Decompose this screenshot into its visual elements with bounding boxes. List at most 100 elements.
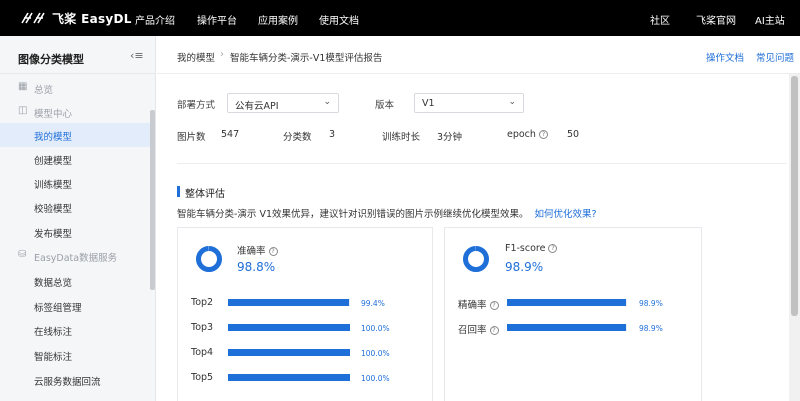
main-scrollbar[interactable] [791, 76, 798, 316]
help-icon[interactable]: ? [489, 326, 499, 335]
paddle-logo-icon [21, 12, 45, 24]
precision-value: 98.9% [639, 299, 663, 308]
database-icon: ⛁ [18, 249, 27, 260]
top2-value: 99.4% [361, 299, 385, 308]
top5-bar-fill [228, 374, 350, 381]
collapse-sidebar-icon[interactable]: ‹≡ [130, 49, 144, 62]
sidebar-item-label: 校验模型 [34, 204, 73, 215]
chevron-right-icon: › [220, 49, 224, 60]
top3-bar [228, 324, 350, 331]
top4-label: Top4 [191, 347, 214, 358]
sidebar-item-label: 总览 [34, 85, 54, 96]
sidebar-scrollbar[interactable] [150, 110, 155, 290]
breadcrumb-my-models[interactable]: 我的模型 [177, 50, 215, 64]
recall-label: 召回率? [458, 322, 499, 336]
recall-label-text: 召回率 [458, 325, 487, 336]
help-icon[interactable]: ? [489, 301, 499, 310]
top-nav: 飞桨 EasyDL 产品介绍 操作平台 应用案例 使用文档 社区 飞桨官网 AI… [0, 0, 800, 36]
top2-label: Top2 [191, 297, 214, 308]
f1-donut [463, 246, 489, 272]
epoch-value: 50 [567, 129, 580, 140]
section-divider [177, 163, 787, 164]
sidebar-item-label: 发布模型 [34, 229, 73, 240]
sidebar-item-label: 标签组管理 [34, 303, 82, 314]
sidebar-item-label: 云服务数据回流 [34, 377, 101, 388]
sidebar-item-data-backflow[interactable]: 云服务数据回流 [0, 368, 153, 392]
section-title: 整体评估 [185, 189, 225, 200]
chevron-down-icon: ⌄ [323, 97, 331, 107]
accuracy-card: 准确率? 98.8% Top2 99.4% Top3 100.0% Top4 1… [177, 227, 433, 401]
nav-paddle-site[interactable]: 飞桨官网 [696, 12, 736, 27]
grid-icon: ▦ [18, 81, 28, 92]
version-select[interactable]: V1 ⌄ [414, 93, 524, 113]
help-icon[interactable]: ? [548, 244, 558, 253]
logo[interactable]: 飞桨 EasyDL [20, 10, 132, 26]
accuracy-value: 98.8% [237, 260, 276, 274]
recall-bar [507, 324, 627, 331]
sidebar-item-smart-annotation[interactable]: 智能标注 [0, 343, 153, 367]
sidebar-item-label: 创建模型 [34, 156, 73, 167]
operation-docs-link[interactable]: 操作文档 [706, 50, 744, 64]
nav-product-intro[interactable]: 产品介绍 [135, 12, 175, 27]
sidebar-title: 图像分类模型 [18, 53, 84, 66]
images-label: 图片数 [177, 132, 206, 143]
accuracy-name-text: 准确率 [237, 246, 266, 257]
classes-label: 分类数 [283, 132, 312, 143]
optimize-link[interactable]: 如何优化效果? [535, 209, 597, 220]
sidebar-divider [0, 73, 156, 74]
f1-card: F1-score? 98.9% 精确率? 98.9% 召回率? 98.9% [444, 227, 702, 401]
nav-cases[interactable]: 应用案例 [258, 12, 298, 27]
sidebar-item-label: EasyData数据服务 [34, 253, 118, 264]
sidebar-item-label: 我的模型 [34, 132, 73, 143]
chevron-down-icon: ⌄ [508, 97, 516, 107]
sidebar-item-my-models[interactable]: 我的模型 [0, 123, 153, 147]
sidebar-item-publish-model[interactable]: 发布模型 [0, 220, 153, 244]
breadcrumb: 我的模型 › 智能车辆分类-演示-V1模型评估报告 操作文档 常见问题 [157, 36, 800, 74]
deploy-method-select[interactable]: 公有云API ⌄ [227, 93, 339, 113]
version-value: V1 [422, 98, 435, 109]
sidebar-item-validate-model[interactable]: 校验模型 [0, 195, 153, 219]
top2-bar-fill [228, 299, 350, 306]
evaluation-description: 智能车辆分类-演示 V1效果优异，建议针对识别错误的图片示例继续优化模型效果。如… [177, 206, 597, 220]
version-label: 版本 [375, 100, 395, 111]
top3-bar-fill [228, 324, 350, 331]
nav-ai-site[interactable]: AI主站 [755, 12, 785, 27]
help-icon[interactable]: ? [268, 247, 278, 256]
deploy-method-value: 公有云API [235, 101, 279, 112]
precision-bar-fill [507, 299, 626, 306]
top3-label: Top3 [191, 322, 214, 333]
help-icon[interactable]: ? [538, 130, 548, 139]
nav-community[interactable]: 社区 [650, 12, 670, 27]
recall-value: 98.9% [639, 324, 663, 333]
top4-value: 100.0% [361, 349, 390, 358]
sidebar-item-train-model[interactable]: 训练模型 [0, 171, 153, 195]
sidebar: 图像分类模型 ‹≡ ▦ 总览 ◫ 模型中心 我的模型 创建模型 训练模型 校验模… [0, 36, 156, 401]
precision-label: 精确率? [458, 297, 499, 311]
nav-platform[interactable]: 操作平台 [197, 12, 237, 27]
description-text: 智能车辆分类-演示 V1效果优异，建议针对识别错误的图片示例继续优化模型效果。 [177, 209, 529, 220]
sidebar-item-model-center[interactable]: ◫ 模型中心 [0, 100, 153, 124]
duration-label: 训练时长 [382, 132, 421, 143]
f1-value: 98.9% [505, 260, 544, 274]
sidebar-item-label-groups[interactable]: 标签组管理 [0, 294, 153, 318]
faq-link[interactable]: 常见问题 [756, 50, 794, 64]
sidebar-item-data-overview[interactable]: 数据总览 [0, 269, 153, 293]
precision-bar [507, 299, 627, 306]
top5-label: Top5 [191, 372, 214, 383]
breadcrumb-current: 智能车辆分类-演示-V1模型评估报告 [230, 53, 383, 64]
images-value: 547 [221, 129, 240, 140]
top4-bar [228, 349, 350, 356]
classes-value: 3 [329, 129, 336, 140]
sidebar-item-label: 数据总览 [34, 278, 73, 289]
sidebar-item-create-model[interactable]: 创建模型 [0, 147, 153, 171]
nav-docs[interactable]: 使用文档 [319, 12, 359, 27]
accuracy-donut [196, 246, 222, 272]
sidebar-item-easydata[interactable]: ⛁ EasyData数据服务 [0, 244, 153, 268]
sidebar-item-label: 在线标注 [34, 327, 73, 338]
top4-bar-fill [228, 349, 350, 356]
sidebar-item-label: 智能标注 [34, 352, 73, 363]
sidebar-item-online-annotation[interactable]: 在线标注 [0, 318, 153, 342]
sidebar-item-overview[interactable]: ▦ 总览 [0, 76, 153, 100]
epoch-label: epoch? [507, 129, 548, 140]
section-accent-bar [177, 186, 180, 197]
